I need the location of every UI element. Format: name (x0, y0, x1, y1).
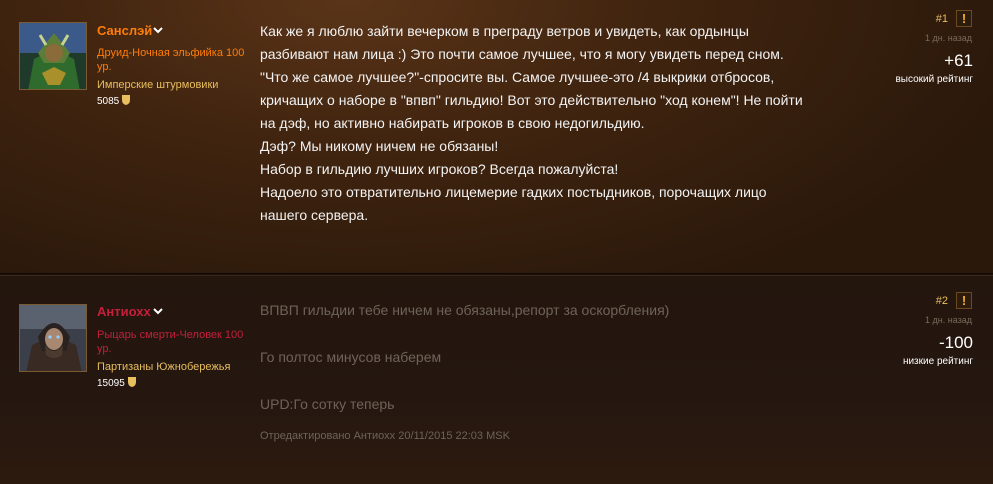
achievement-points-value: 5085 (97, 96, 120, 107)
shield-icon (127, 377, 136, 387)
author-class[interactable]: Друид-Ночная эльфийка 100 ур. (97, 46, 257, 74)
post-line: UPD:Го сотку теперь (260, 396, 395, 412)
post-time: 1 дн. назад (925, 33, 972, 43)
author-name[interactable]: Санслэй (97, 23, 152, 38)
report-button[interactable]: ! (956, 10, 972, 27)
post-line: Надоело это отвратительно лицемерие гадк… (260, 184, 767, 200)
post-line: кричащих о наборе в "впвп" гильдию! Вот … (260, 92, 803, 108)
post-line: "Что же самое лучшее?"-спросите вы. Само… (260, 69, 775, 85)
report-icon: ! (961, 11, 967, 26)
post-time: 1 дн. назад (925, 315, 972, 325)
forum-post: Антиохх Рыцарь смерти-Человек 100 ур. Па… (0, 275, 993, 484)
achievement-points-value: 15095 (97, 378, 125, 389)
rating-label: низкие рейтинг (902, 356, 973, 367)
achievement-points: 5085 (97, 95, 131, 107)
post-line: Набор в гильдию лучших игроков? Всегда п… (260, 161, 619, 177)
post-score: +61 (944, 51, 973, 70)
report-icon: ! (961, 293, 967, 308)
post-number[interactable]: #1 (936, 13, 948, 25)
post-body: Как же я люблю зайти вечерком в преграду… (260, 20, 820, 227)
report-button[interactable]: ! (956, 292, 972, 309)
edited-note: Отредактировано Антиохх 20/11/2015 22:03… (260, 430, 510, 442)
author-guild[interactable]: Имперские штурмовики (97, 79, 218, 91)
author-name[interactable]: Антиохх (97, 304, 151, 319)
post-line: ВПВП гильдии тебе ничем не обязаны,репор… (260, 302, 670, 318)
chevron-down-icon[interactable] (152, 305, 164, 317)
post-line: Го полтос минусов наберем (260, 349, 442, 365)
author-guild[interactable]: Партизаны Южнобережья (97, 361, 230, 373)
avatar[interactable] (19, 22, 87, 90)
post-line: разбивают нам лица :) Это почти самое лу… (260, 46, 784, 62)
post-score: -100 (938, 333, 973, 352)
post-line: нашего сервера. (260, 207, 369, 223)
author-class[interactable]: Рыцарь смерти-Человек 100 ур. (97, 328, 257, 356)
rating-label: высокий рейтинг (895, 74, 973, 85)
post-line: Как же я люблю зайти вечерком в преграду… (260, 23, 749, 39)
shield-icon (122, 95, 131, 105)
post-line: на дэф, но активно набирать игроков в св… (260, 115, 645, 131)
avatar[interactable] (19, 304, 87, 372)
chevron-down-icon[interactable] (152, 24, 164, 36)
post-number[interactable]: #2 (936, 295, 948, 307)
achievement-points: 15095 (97, 377, 136, 389)
post-line: Дэф? Мы никому ничем не обязаны! (260, 138, 499, 154)
forum-post: Санслэй Друид-Ночная эльфийка 100 ур. Им… (0, 0, 993, 274)
